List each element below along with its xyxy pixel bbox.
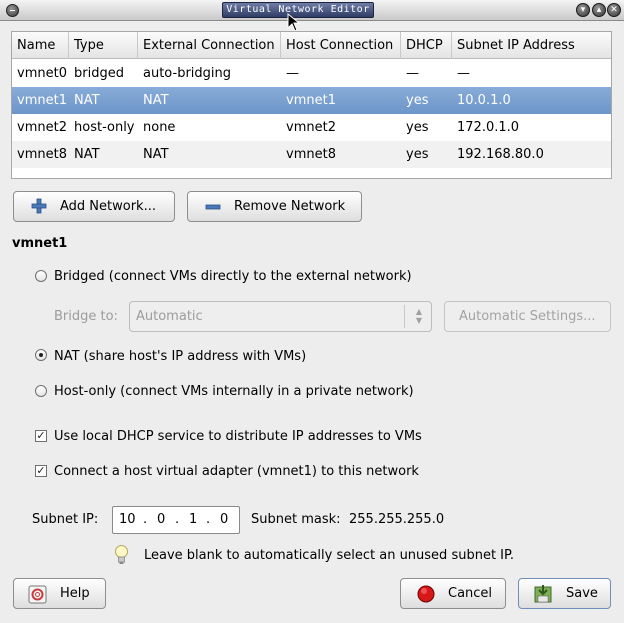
spinner-arrows-icon: ▲ ▼ [415, 307, 423, 325]
bridge-to-select[interactable]: Automatic ▲ ▼ [129, 301, 432, 332]
title-bar: Virtual Network Editor ▾ ▴ ✕ [0, 0, 624, 21]
cell-host-connection: — [286, 66, 299, 81]
table-row[interactable]: vmnet0 bridged auto-bridging — — — [12, 60, 611, 87]
help-label: Help [60, 586, 90, 601]
add-network-button[interactable]: Add Network... [13, 191, 175, 222]
help-icon [28, 585, 47, 604]
cell-name: vmnet0 [17, 66, 67, 81]
ip-dot: . [175, 512, 180, 527]
automatic-settings-button[interactable]: Automatic Settings... [444, 301, 611, 332]
column-header-name[interactable]: Name [12, 32, 69, 59]
cell-type: host-only [74, 120, 135, 135]
cell-external-connection: NAT [143, 93, 169, 108]
ip-dot: . [206, 512, 211, 527]
subnet-ip-label: Subnet IP: [32, 512, 99, 527]
cell-dhcp: yes [406, 120, 429, 135]
ip-octet-2[interactable]: 0 [157, 507, 165, 533]
cell-dhcp: yes [406, 93, 429, 108]
nat-label[interactable]: NAT (share host's IP address with VMs) [54, 349, 306, 364]
lightbulb-icon [115, 545, 128, 564]
network-table: Name Type External Connection Host Conne… [11, 31, 612, 179]
cell-name: vmnet1 [17, 93, 67, 108]
column-header-dhcp[interactable]: DHCP [401, 32, 452, 59]
help-button[interactable]: Help [13, 578, 106, 609]
subnet-ip-field[interactable]: 10 . 0 . 1 . 0 [112, 506, 240, 534]
ip-octet-3[interactable]: 1 [189, 507, 197, 533]
close-icon[interactable]: ✕ [607, 3, 621, 17]
host-adapter-label[interactable]: Connect a host virtual adapter (vmnet1) … [54, 464, 419, 479]
cell-external-connection: auto-bridging [143, 66, 232, 81]
bridged-radio[interactable] [35, 270, 47, 282]
cell-dhcp: — [406, 66, 419, 81]
cell-external-connection: none [143, 120, 176, 135]
save-label: Save [566, 586, 598, 601]
save-icon [534, 585, 552, 603]
column-header-subnet-ip[interactable]: Subnet IP Address [452, 32, 611, 59]
table-header: Name Type External Connection Host Conne… [12, 32, 611, 59]
cell-name: vmnet8 [17, 147, 67, 162]
table-row[interactable]: vmnet2 host-only none vmnet2 yes 172.0.1… [12, 114, 611, 141]
cell-host-connection: vmnet2 [286, 120, 336, 135]
dhcp-checkbox[interactable]: ✓ [35, 430, 47, 442]
ip-octet-4[interactable]: 0 [220, 507, 228, 533]
cell-name: vmnet2 [17, 120, 67, 135]
host-adapter-checkbox[interactable]: ✓ [35, 465, 47, 477]
host-only-label[interactable]: Host-only (connect VMs internally in a p… [54, 384, 414, 399]
cell-type: bridged [74, 66, 124, 81]
dhcp-label[interactable]: Use local DHCP service to distribute IP … [54, 429, 422, 444]
remove-network-label: Remove Network [234, 199, 346, 214]
save-button[interactable]: Save [518, 578, 611, 609]
cancel-button[interactable]: Cancel [400, 578, 506, 609]
cell-host-connection: vmnet8 [286, 147, 336, 162]
window-menu-icon[interactable] [6, 4, 19, 17]
ip-dot: . [143, 512, 148, 527]
cell-subnet-ip: 192.168.80.0 [457, 147, 544, 162]
table-row[interactable]: vmnet8 NAT NAT vmnet8 yes 192.168.80.0 [12, 141, 611, 168]
combo-separator [404, 305, 405, 328]
nat-radio[interactable] [35, 349, 47, 361]
bridge-to-label: Bridge to: [54, 309, 118, 324]
automatic-settings-label: Automatic Settings... [459, 309, 596, 324]
minus-icon [205, 204, 221, 210]
cell-subnet-ip: 10.0.1.0 [457, 93, 511, 108]
cancel-label: Cancel [448, 586, 493, 601]
table-row-selected[interactable]: vmnet1 NAT NAT vmnet1 yes 10.0.1.0 [12, 87, 611, 114]
section-title: vmnet1 [12, 236, 68, 251]
subnet-hint: Leave blank to automatically select an u… [144, 548, 514, 563]
subnet-mask-label: Subnet mask: [251, 512, 341, 527]
add-network-label: Add Network... [60, 199, 156, 214]
cell-external-connection: NAT [143, 147, 169, 162]
cell-type: NAT [74, 147, 100, 162]
plus-icon [31, 198, 47, 214]
column-header-external-connection[interactable]: External Connection [138, 32, 281, 59]
stop-icon [417, 585, 435, 603]
cell-host-connection: vmnet1 [286, 93, 336, 108]
cell-subnet-ip: 172.0.1.0 [457, 120, 520, 135]
subnet-mask-value: 255.255.255.0 [349, 512, 445, 527]
cell-dhcp: yes [406, 147, 429, 162]
maximize-icon[interactable]: ▴ [592, 3, 606, 17]
minimize-icon[interactable]: ▾ [576, 3, 590, 17]
bridge-to-value: Automatic [136, 309, 203, 324]
bridged-label[interactable]: Bridged (connect VMs directly to the ext… [54, 269, 412, 284]
remove-network-button[interactable]: Remove Network [187, 191, 362, 222]
column-header-host-connection[interactable]: Host Connection [281, 32, 401, 59]
column-header-type[interactable]: Type [69, 32, 138, 59]
cell-subnet-ip: — [457, 66, 470, 81]
ip-octet-1[interactable]: 10 [119, 507, 136, 533]
host-only-radio[interactable] [35, 385, 47, 397]
cell-type: NAT [74, 93, 100, 108]
